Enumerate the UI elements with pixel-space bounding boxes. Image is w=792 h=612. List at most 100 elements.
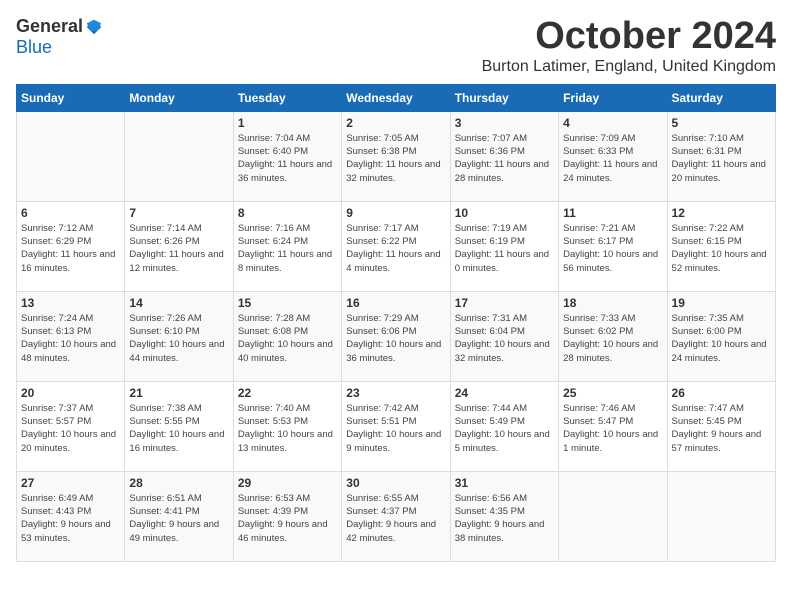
day-number: 12	[672, 206, 771, 220]
day-number: 9	[346, 206, 445, 220]
day-info: Sunrise: 7:37 AM Sunset: 5:57 PM Dayligh…	[21, 402, 120, 455]
calendar-cell: 25 Sunrise: 7:46 AM Sunset: 5:47 PM Dayli…	[559, 381, 667, 471]
calendar-cell: 21 Sunrise: 7:38 AM Sunset: 5:55 PM Dayli…	[125, 381, 233, 471]
day-number: 1	[238, 116, 337, 130]
day-number: 28	[129, 476, 228, 490]
calendar-cell: 17 Sunrise: 7:31 AM Sunset: 6:04 PM Dayli…	[450, 291, 558, 381]
calendar-cell: 23 Sunrise: 7:42 AM Sunset: 5:51 PM Dayli…	[342, 381, 450, 471]
calendar-cell: 3Sunrise: 7:07 AM Sunset: 6:36 PM Daylig…	[450, 111, 558, 201]
day-info: Sunrise: 7:29 AM Sunset: 6:06 PM Dayligh…	[346, 312, 445, 365]
calendar-cell: 16Sunrise: 7:29 AM Sunset: 6:06 PM Dayli…	[342, 291, 450, 381]
weekday-header: Sunday	[17, 84, 125, 111]
day-info: Sunrise: 7:31 AM Sunset: 6:04 PM Dayligh…	[455, 312, 554, 365]
title-area: October 2024 Burton Latimer, England, Un…	[482, 16, 776, 76]
day-number: 10	[455, 206, 554, 220]
calendar-cell: 11 Sunrise: 7:21 AM Sunset: 6:17 PM Dayli…	[559, 201, 667, 291]
weekday-header: Tuesday	[233, 84, 341, 111]
day-number: 18	[563, 296, 662, 310]
day-info: Sunrise: 7:28 AM Sunset: 6:08 PM Dayligh…	[238, 312, 337, 365]
day-info: Sunrise: 6:51 AM Sunset: 4:41 PM Dayligh…	[129, 492, 228, 545]
day-info: Sunrise: 7:26 AM Sunset: 6:10 PM Dayligh…	[129, 312, 228, 365]
day-number: 4	[563, 116, 662, 130]
day-info: Sunrise: 6:49 AM Sunset: 4:43 PM Dayligh…	[21, 492, 120, 545]
day-number: 17	[455, 296, 554, 310]
weekday-header: Wednesday	[342, 84, 450, 111]
day-number: 15	[238, 296, 337, 310]
day-info: Sunrise: 7:40 AM Sunset: 5:53 PM Dayligh…	[238, 402, 337, 455]
calendar-cell: 26Sunrise: 7:47 AM Sunset: 5:45 PM Dayli…	[667, 381, 775, 471]
day-number: 23	[346, 386, 445, 400]
calendar-cell: 9Sunrise: 7:17 AM Sunset: 6:22 PM Daylig…	[342, 201, 450, 291]
day-number: 31	[455, 476, 554, 490]
logo-blue: Blue	[16, 37, 52, 58]
location-title: Burton Latimer, England, United Kingdom	[482, 58, 776, 76]
day-number: 20	[21, 386, 120, 400]
calendar-cell: 24 Sunrise: 7:44 AM Sunset: 5:49 PM Dayli…	[450, 381, 558, 471]
calendar-cell: 6 Sunrise: 7:12 AM Sunset: 6:29 PM Daylig…	[17, 201, 125, 291]
weekday-header: Saturday	[667, 84, 775, 111]
day-info: Sunrise: 7:09 AM Sunset: 6:33 PM Dayligh…	[563, 132, 662, 185]
day-number: 21	[129, 386, 228, 400]
day-info: Sunrise: 6:56 AM Sunset: 4:35 PM Dayligh…	[455, 492, 554, 545]
day-info: Sunrise: 7:14 AM Sunset: 6:26 PM Dayligh…	[129, 222, 228, 275]
calendar-week-row: 20 Sunrise: 7:37 AM Sunset: 5:57 PM Dayli…	[17, 381, 776, 471]
day-info: Sunrise: 7:35 AM Sunset: 6:00 PM Dayligh…	[672, 312, 771, 365]
logo-general: General	[16, 16, 83, 37]
calendar-cell: 12 Sunrise: 7:22 AM Sunset: 6:15 PM Dayli…	[667, 201, 775, 291]
calendar-week-row: 6 Sunrise: 7:12 AM Sunset: 6:29 PM Daylig…	[17, 201, 776, 291]
day-number: 6	[21, 206, 120, 220]
calendar-cell: 14 Sunrise: 7:26 AM Sunset: 6:10 PM Dayli…	[125, 291, 233, 381]
calendar-cell: 8Sunrise: 7:16 AM Sunset: 6:24 PM Daylig…	[233, 201, 341, 291]
day-number: 22	[238, 386, 337, 400]
calendar-cell: 18 Sunrise: 7:33 AM Sunset: 6:02 PM Dayli…	[559, 291, 667, 381]
day-info: Sunrise: 7:22 AM Sunset: 6:15 PM Dayligh…	[672, 222, 771, 275]
calendar-cell: 2Sunrise: 7:05 AM Sunset: 6:38 PM Daylig…	[342, 111, 450, 201]
day-info: Sunrise: 7:46 AM Sunset: 5:47 PM Dayligh…	[563, 402, 662, 455]
calendar-cell: 7 Sunrise: 7:14 AM Sunset: 6:26 PM Daylig…	[125, 201, 233, 291]
calendar-week-row: 27 Sunrise: 6:49 AM Sunset: 4:43 PM Dayli…	[17, 471, 776, 561]
day-info: Sunrise: 7:12 AM Sunset: 6:29 PM Dayligh…	[21, 222, 120, 275]
header-row: SundayMondayTuesdayWednesdayThursdayFrid…	[17, 84, 776, 111]
day-number: 2	[346, 116, 445, 130]
day-number: 19	[672, 296, 771, 310]
day-number: 14	[129, 296, 228, 310]
day-info: Sunrise: 7:16 AM Sunset: 6:24 PM Dayligh…	[238, 222, 337, 275]
day-info: Sunrise: 7:19 AM Sunset: 6:19 PM Dayligh…	[455, 222, 554, 275]
calendar-cell: 10 Sunrise: 7:19 AM Sunset: 6:19 PM Dayli…	[450, 201, 558, 291]
calendar-cell: 15 Sunrise: 7:28 AM Sunset: 6:08 PM Dayli…	[233, 291, 341, 381]
weekday-header: Monday	[125, 84, 233, 111]
day-number: 11	[563, 206, 662, 220]
calendar-cell: 1 Sunrise: 7:04 AM Sunset: 6:40 PM Daylig…	[233, 111, 341, 201]
calendar-cell: 27 Sunrise: 6:49 AM Sunset: 4:43 PM Dayli…	[17, 471, 125, 561]
day-number: 27	[21, 476, 120, 490]
day-number: 3	[455, 116, 554, 130]
day-number: 13	[21, 296, 120, 310]
calendar-cell	[125, 111, 233, 201]
month-title: October 2024	[482, 16, 776, 58]
day-info: Sunrise: 7:33 AM Sunset: 6:02 PM Dayligh…	[563, 312, 662, 365]
calendar-table: SundayMondayTuesdayWednesdayThursdayFrid…	[16, 84, 776, 562]
calendar-cell: 13 Sunrise: 7:24 AM Sunset: 6:13 PM Dayli…	[17, 291, 125, 381]
header: General Blue October 2024 Burton Latimer…	[16, 16, 776, 76]
day-info: Sunrise: 7:42 AM Sunset: 5:51 PM Dayligh…	[346, 402, 445, 455]
calendar-cell: 5Sunrise: 7:10 AM Sunset: 6:31 PM Daylig…	[667, 111, 775, 201]
day-number: 30	[346, 476, 445, 490]
calendar-week-row: 1 Sunrise: 7:04 AM Sunset: 6:40 PM Daylig…	[17, 111, 776, 201]
day-number: 7	[129, 206, 228, 220]
day-info: Sunrise: 7:24 AM Sunset: 6:13 PM Dayligh…	[21, 312, 120, 365]
day-info: Sunrise: 7:10 AM Sunset: 6:31 PM Dayligh…	[672, 132, 771, 185]
calendar-cell: 30Sunrise: 6:55 AM Sunset: 4:37 PM Dayli…	[342, 471, 450, 561]
day-number: 25	[563, 386, 662, 400]
weekday-header: Thursday	[450, 84, 558, 111]
day-number: 24	[455, 386, 554, 400]
calendar-cell: 29 Sunrise: 6:53 AM Sunset: 4:39 PM Dayli…	[233, 471, 341, 561]
day-info: Sunrise: 7:04 AM Sunset: 6:40 PM Dayligh…	[238, 132, 337, 185]
day-info: Sunrise: 6:53 AM Sunset: 4:39 PM Dayligh…	[238, 492, 337, 545]
calendar-cell: 31 Sunrise: 6:56 AM Sunset: 4:35 PM Dayli…	[450, 471, 558, 561]
day-info: Sunrise: 7:38 AM Sunset: 5:55 PM Dayligh…	[129, 402, 228, 455]
calendar-cell: 19 Sunrise: 7:35 AM Sunset: 6:00 PM Dayli…	[667, 291, 775, 381]
day-number: 29	[238, 476, 337, 490]
day-info: Sunrise: 7:21 AM Sunset: 6:17 PM Dayligh…	[563, 222, 662, 275]
day-info: Sunrise: 7:44 AM Sunset: 5:49 PM Dayligh…	[455, 402, 554, 455]
calendar-cell: 22 Sunrise: 7:40 AM Sunset: 5:53 PM Dayli…	[233, 381, 341, 471]
